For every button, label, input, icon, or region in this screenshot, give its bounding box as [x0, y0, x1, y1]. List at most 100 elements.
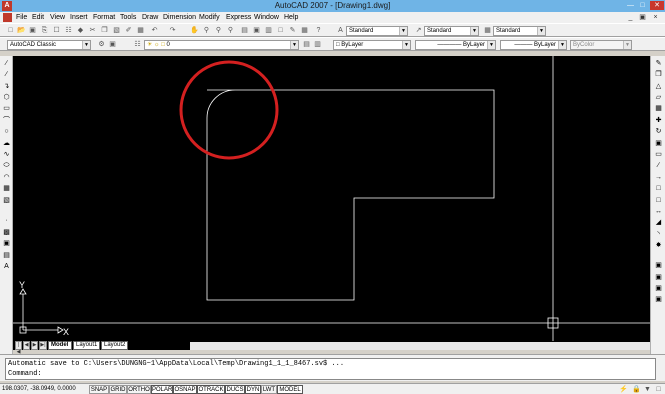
dim-style-select[interactable]: Standard ▼	[424, 26, 479, 36]
draw-order-back-icon[interactable]: ▣	[654, 284, 663, 293]
next-tab-icon[interactable]: ▶	[31, 341, 38, 350]
sheet-set-icon[interactable]: □	[276, 26, 285, 35]
menu-view[interactable]: View	[50, 12, 65, 23]
communication-center-icon[interactable]: ⚡	[619, 385, 628, 394]
polygon-icon[interactable]: ⬡	[2, 93, 11, 102]
properties-icon[interactable]: ▤	[240, 26, 249, 35]
preview-icon[interactable]: ☐	[52, 26, 61, 35]
dyn-toggle[interactable]: DYN	[245, 385, 261, 394]
markup-icon[interactable]: ✎	[288, 26, 297, 35]
menu-file[interactable]: File	[16, 12, 27, 23]
menu-express[interactable]: Express	[226, 12, 251, 23]
dim-style-icon[interactable]: ↗	[414, 26, 423, 35]
point-icon[interactable]: ·	[2, 216, 11, 225]
minimize-icon[interactable]: —	[625, 1, 636, 10]
menu-dimension[interactable]: Dimension	[163, 12, 196, 23]
otrack-toggle[interactable]: OTRACK	[197, 385, 225, 394]
erase-icon[interactable]: ✎	[654, 59, 663, 68]
menu-window[interactable]: Window	[254, 12, 279, 23]
text-style-select[interactable]: Standard ▼	[346, 26, 408, 36]
tool-palettes-icon[interactable]: ▥	[264, 26, 273, 35]
new-icon[interactable]: □	[6, 26, 15, 35]
tab-layout1[interactable]: Layout1	[73, 341, 100, 350]
draw-order-above-icon[interactable]: ▣	[654, 295, 663, 304]
pan-icon[interactable]: ✋	[190, 26, 199, 35]
ortho-toggle[interactable]: ORTHO	[127, 385, 151, 394]
text-style-icon[interactable]: A	[336, 26, 345, 35]
close-icon[interactable]: ✕	[650, 1, 664, 10]
calculator-icon[interactable]: ▦	[300, 26, 309, 35]
osnap-toggle[interactable]: OSNAP	[173, 385, 197, 394]
status-menu-icon[interactable]: ▼	[643, 385, 652, 394]
doc-minimize-icon[interactable]: _	[626, 13, 635, 22]
cut-icon[interactable]: ✂	[88, 26, 97, 35]
workspace-save-icon[interactable]: ▣	[108, 40, 117, 49]
paste-icon[interactable]: ▧	[112, 26, 121, 35]
design-center-icon[interactable]: ▣	[252, 26, 261, 35]
horizontal-scrollbar[interactable]	[190, 342, 650, 350]
linetype-select[interactable]: ———— ByLayer ▼	[415, 40, 496, 50]
gradient-icon[interactable]: ▣	[2, 239, 11, 248]
redo-icon[interactable]: ↷	[168, 26, 177, 35]
maximize-icon[interactable]: □	[637, 1, 648, 10]
save-icon[interactable]: ▣	[28, 26, 37, 35]
prev-tab-icon[interactable]: ◀	[23, 341, 30, 350]
trim-icon[interactable]: ∕	[654, 161, 663, 170]
polyline-icon[interactable]: ↴	[2, 82, 11, 91]
match-properties-icon[interactable]: ✐	[124, 26, 133, 35]
command-line[interactable]: Automatic save to C:\Users\DUNGNG~1\AppD…	[5, 358, 656, 380]
zoom-window-icon[interactable]: ⚲	[214, 26, 223, 35]
help-icon[interactable]: ?	[314, 26, 323, 35]
table-style-select[interactable]: Standard ▼	[493, 26, 546, 36]
menu-draw[interactable]: Draw	[142, 12, 158, 23]
chamfer-icon[interactable]: ◢	[654, 218, 663, 227]
menu-modify[interactable]: Modify	[199, 12, 220, 23]
draw-order-front-icon[interactable]: ▣	[654, 273, 663, 282]
revision-cloud-icon[interactable]: ☁	[2, 139, 11, 148]
tab-layout2[interactable]: Layout2	[101, 341, 128, 350]
menu-format[interactable]: Format	[93, 12, 115, 23]
make-block-icon[interactable]: ▧	[2, 196, 11, 205]
layer-previous-icon[interactable]: ▥	[313, 40, 322, 49]
copy-icon[interactable]: ❐	[100, 26, 109, 35]
extend-icon[interactable]: →	[654, 173, 663, 182]
join-icon[interactable]: ↔	[654, 207, 663, 216]
insert-block-icon[interactable]: ▦	[2, 184, 11, 193]
clean-screen-icon[interactable]: □	[654, 385, 663, 394]
block-editor-icon[interactable]: ▦	[136, 26, 145, 35]
hatch-icon[interactable]: ▩	[2, 228, 11, 237]
tab-model[interactable]: Model	[48, 341, 72, 350]
lineweight-select[interactable]: ——— ByLayer ▼	[500, 40, 567, 50]
doc-close-icon[interactable]: ×	[651, 13, 660, 22]
fillet-icon[interactable]: ◝	[654, 230, 663, 239]
make-object-layer-current-icon[interactable]: ▤	[302, 40, 311, 49]
color-select[interactable]: □ ByLayer ▼	[333, 40, 411, 50]
open-icon[interactable]: 📂	[17, 26, 26, 35]
model-toggle[interactable]: MODEL	[277, 385, 303, 394]
layer-select[interactable]: ☀ ☼ □ 0 ▼	[144, 40, 299, 50]
zoom-realtime-icon[interactable]: ⚲	[202, 26, 211, 35]
3d-dwf-icon[interactable]: ◆	[76, 26, 85, 35]
scale-icon[interactable]: ▣	[654, 139, 663, 148]
mirror-icon[interactable]: △	[654, 82, 663, 91]
menu-tools[interactable]: Tools	[120, 12, 136, 23]
offset-icon[interactable]: ▱	[654, 93, 663, 102]
rotate-icon[interactable]: ↻	[654, 127, 663, 136]
lwt-toggle[interactable]: LWT	[261, 385, 277, 394]
ellipse-arc-icon[interactable]: ◠	[2, 173, 11, 182]
line-icon[interactable]: ∕	[2, 59, 11, 68]
break-at-point-icon[interactable]: □	[654, 184, 663, 193]
zoom-previous-icon[interactable]: ⚲	[226, 26, 235, 35]
print-icon[interactable]: ⎘	[40, 26, 49, 35]
explode-icon[interactable]: ✸	[654, 241, 663, 250]
stretch-icon[interactable]: ▭	[654, 150, 663, 159]
ellipse-icon[interactable]: ⬭	[2, 161, 11, 170]
drawn-polyline[interactable]	[206, 89, 495, 301]
multiline-text-icon[interactable]: A	[2, 262, 11, 271]
draw-order-icon[interactable]: ▣	[654, 261, 663, 270]
undo-icon[interactable]: ↶	[150, 26, 159, 35]
document-icon[interactable]	[3, 13, 12, 22]
menu-help[interactable]: Help	[284, 12, 298, 23]
table-style-icon[interactable]: ▦	[483, 26, 492, 35]
workspace-select[interactable]: AutoCAD Classic ▼	[7, 40, 91, 50]
